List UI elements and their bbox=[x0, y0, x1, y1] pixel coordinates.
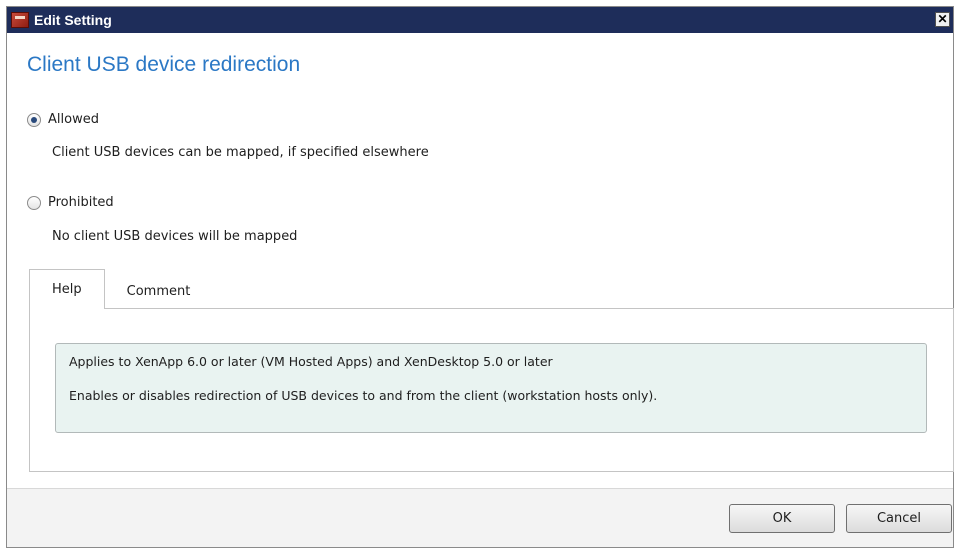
tab-help[interactable]: Help bbox=[29, 269, 105, 309]
radio-label-allowed: Allowed bbox=[48, 112, 99, 127]
radio-option-allowed[interactable]: Allowed bbox=[27, 112, 99, 127]
radio-label-prohibited: Prohibited bbox=[48, 195, 114, 210]
radio-button-prohibited[interactable] bbox=[27, 195, 41, 210]
tab-strip: Help Comment bbox=[29, 269, 212, 309]
close-button[interactable]: ✕ bbox=[935, 12, 950, 27]
help-applies-to-text: Applies to XenApp 6.0 or later (VM Hoste… bbox=[69, 354, 553, 369]
radio-button-allowed[interactable] bbox=[27, 112, 41, 127]
help-text-box: Applies to XenApp 6.0 or later (VM Hoste… bbox=[55, 343, 927, 433]
ok-button[interactable]: OK bbox=[729, 504, 835, 533]
help-tab-panel: Applies to XenApp 6.0 or later (VM Hoste… bbox=[29, 308, 954, 472]
tab-comment[interactable]: Comment bbox=[105, 273, 213, 309]
allowed-description: Client USB devices can be mapped, if spe… bbox=[52, 145, 429, 160]
edit-setting-dialog: Edit Setting ✕ Client USB device redirec… bbox=[6, 6, 954, 548]
cancel-button[interactable]: Cancel bbox=[846, 504, 952, 533]
help-description-text: Enables or disables redirection of USB d… bbox=[69, 388, 658, 403]
title-bar: Edit Setting ✕ bbox=[7, 7, 953, 33]
page-title: Client USB device redirection bbox=[27, 53, 301, 76]
radio-option-prohibited[interactable]: Prohibited bbox=[27, 195, 114, 210]
app-icon bbox=[11, 12, 29, 28]
window-title: Edit Setting bbox=[34, 12, 112, 28]
prohibited-description: No client USB devices will be mapped bbox=[52, 229, 298, 244]
